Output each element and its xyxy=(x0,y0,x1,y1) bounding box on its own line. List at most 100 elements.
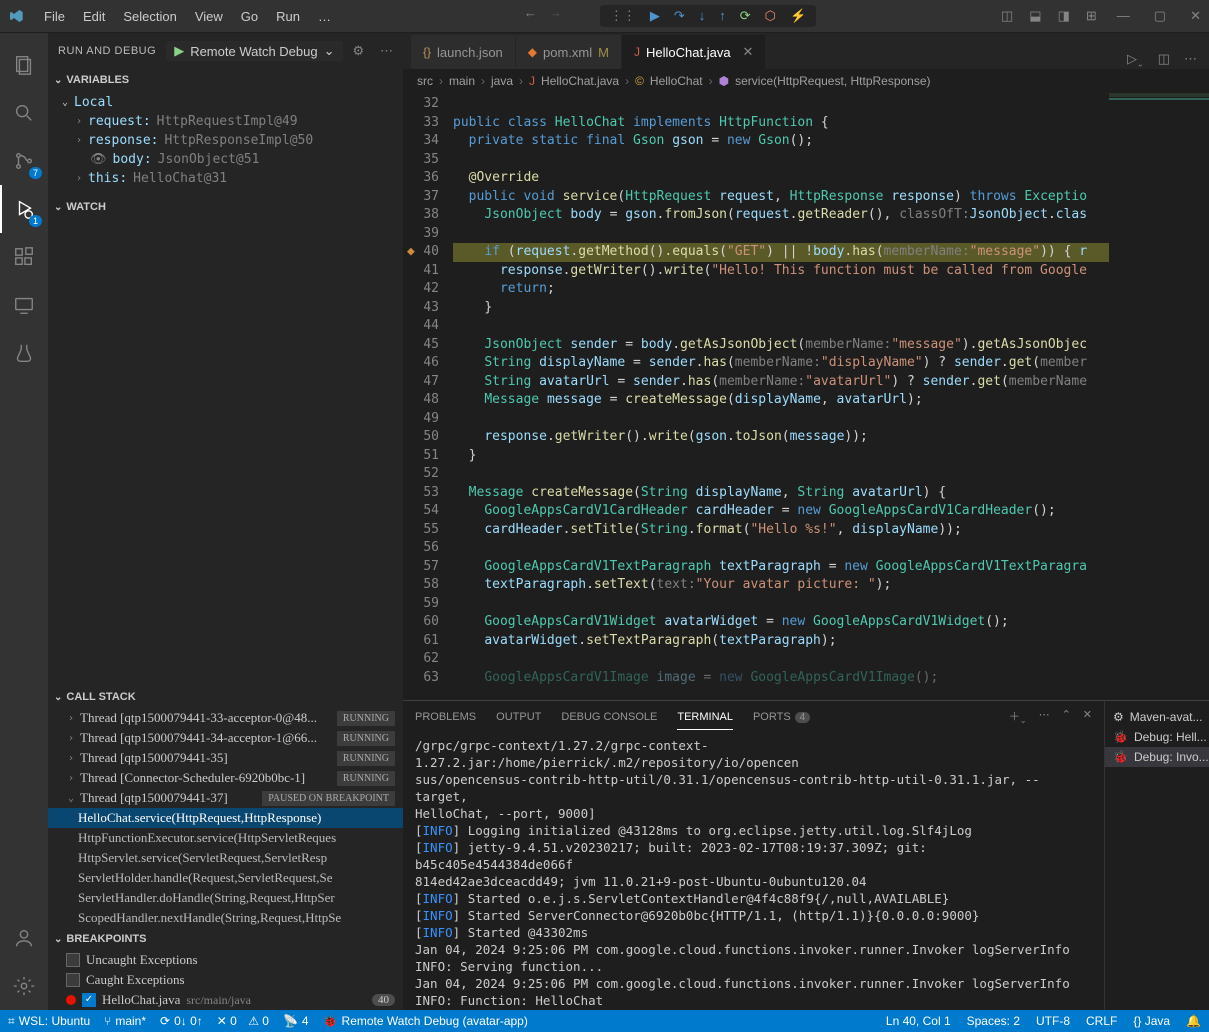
thread-row-paused[interactable]: ⌄Thread [qtp1500079441-37]PAUSED ON BREA… xyxy=(48,788,403,808)
breadcrumb-item[interactable]: service(HttpRequest, HttpResponse) xyxy=(735,74,930,88)
testing-icon[interactable] xyxy=(0,329,48,377)
minimize-icon[interactable]: — xyxy=(1117,8,1130,24)
gear-icon[interactable]: ⚙ xyxy=(353,43,365,59)
panel-tab-debug console[interactable]: DEBUG CONSOLE xyxy=(561,705,657,729)
nav-back-icon[interactable]: ← xyxy=(524,5,537,27)
run-debug-icon[interactable]: 1 xyxy=(0,185,48,233)
menu-run[interactable]: Run xyxy=(268,5,308,28)
drag-handle-icon[interactable]: ⋮⋮ xyxy=(610,8,636,24)
variable-row[interactable]: › this: HelloChat@31 xyxy=(48,169,403,188)
cursor-position[interactable]: Ln 40, Col 1 xyxy=(886,1014,951,1028)
extensions-icon[interactable] xyxy=(0,233,48,281)
panel-tab-problems[interactable]: PROBLEMS xyxy=(415,705,476,729)
source-control-icon[interactable]: 7 xyxy=(0,137,48,185)
stack-frame[interactable]: ServletHandler.doHandle(String,Request,H… xyxy=(48,888,403,908)
run-icon[interactable]: ▷⌄ xyxy=(1127,51,1144,69)
hot-reload-icon[interactable]: ⚡ xyxy=(790,8,806,24)
thread-row[interactable]: ›Thread [qtp1500079441-35]RUNNING xyxy=(48,748,403,768)
breadcrumb-item[interactable]: src xyxy=(417,74,433,88)
variable-row[interactable]: 👁 body: JsonObject@51 xyxy=(48,150,403,169)
thread-row[interactable]: ›Thread [qtp1500079441-33-acceptor-0@48.… xyxy=(48,708,403,728)
remote-indicator[interactable]: ⌗ WSL: Ubuntu xyxy=(8,1014,90,1029)
layout-primary-icon[interactable]: ◫ xyxy=(1001,8,1013,24)
continue-icon[interactable]: ▶ xyxy=(650,8,660,24)
layout-panel-icon[interactable]: ⬓ xyxy=(1029,8,1041,24)
notifications-icon[interactable]: 🔔 xyxy=(1186,1014,1201,1028)
chevron-up-icon[interactable]: ⌃ xyxy=(1062,708,1071,725)
remote-explorer-icon[interactable] xyxy=(0,281,48,329)
stack-frame[interactable]: ServletHolder.handle(Request,ServletRequ… xyxy=(48,868,403,888)
bp-file[interactable]: HelloChat.java src/main/java 40 xyxy=(48,990,403,1010)
menu-selection[interactable]: Selection xyxy=(115,5,184,28)
callstack-section-header[interactable]: ⌄CALL STACK xyxy=(48,686,403,708)
explorer-icon[interactable] xyxy=(0,41,48,89)
settings-icon[interactable] xyxy=(0,962,48,1010)
breadcrumb-item[interactable]: main xyxy=(449,74,475,88)
customize-layout-icon[interactable]: ⊞ xyxy=(1086,8,1097,24)
git-branch[interactable]: ⑂ main* xyxy=(104,1014,146,1028)
checkbox[interactable] xyxy=(66,973,80,987)
git-sync[interactable]: ⟳ 0↓ 0↑ xyxy=(160,1014,203,1028)
variable-row[interactable]: › request: HttpRequestImpl@49 xyxy=(48,112,403,131)
stack-frame[interactable]: HelloChat.service(HttpRequest,HttpRespon… xyxy=(48,808,403,828)
debug-status[interactable]: 🐞 Remote Watch Debug (avatar-app) xyxy=(323,1014,528,1028)
restart-icon[interactable]: ⟳ xyxy=(740,8,751,24)
editor-tab[interactable]: ◆pom.xmlM xyxy=(516,35,622,69)
variables-section-header[interactable]: ⌄VARIABLES xyxy=(48,69,403,91)
step-into-icon[interactable]: ↓ xyxy=(699,8,706,24)
more-icon[interactable]: ⋯ xyxy=(1039,708,1050,725)
thread-row[interactable]: ›Thread [Connector-Scheduler-6920b0bc-1]… xyxy=(48,768,403,788)
thread-row[interactable]: ›Thread [qtp1500079441-34-acceptor-1@66.… xyxy=(48,728,403,748)
nav-forward-icon[interactable]: → xyxy=(549,5,562,27)
terminal-task[interactable]: 🐞Debug: Invo... xyxy=(1105,747,1209,767)
breadcrumb-item[interactable]: HelloChat xyxy=(650,74,703,88)
launch-config-selector[interactable]: ▶ Remote Watch Debug ⌄ xyxy=(166,41,342,61)
terminal-output[interactable]: /grpc/grpc-context/1.27.2/grpc-context-1… xyxy=(403,733,1104,1010)
editor-tab[interactable]: {}launch.json xyxy=(411,35,516,69)
editor-tab[interactable]: JHelloChat.java✕ xyxy=(622,35,766,69)
variable-row[interactable]: › response: HttpResponseImpl@50 xyxy=(48,131,403,150)
accounts-icon[interactable] xyxy=(0,914,48,962)
step-out-icon[interactable]: ↑ xyxy=(719,8,726,24)
stack-frame[interactable]: ScopedHandler.nextHandle(String,Request,… xyxy=(48,908,403,928)
menu-view[interactable]: View xyxy=(187,5,231,28)
stack-frame[interactable]: HttpFunctionExecutor.service(HttpServlet… xyxy=(48,828,403,848)
eol[interactable]: CRLF xyxy=(1086,1014,1117,1028)
watch-section-header[interactable]: ⌄WATCH xyxy=(48,196,403,218)
new-terminal-icon[interactable]: ＋⌄ xyxy=(1009,708,1027,725)
breadcrumb[interactable]: src›main›java›J HelloChat.java›© HelloCh… xyxy=(403,69,1209,93)
encoding[interactable]: UTF-8 xyxy=(1036,1014,1070,1028)
panel-tab-output[interactable]: OUTPUT xyxy=(496,705,541,729)
errors-warnings[interactable]: ✕ 0 ⚠ 0 xyxy=(217,1014,269,1028)
minimap[interactable] xyxy=(1109,93,1209,700)
scope-local[interactable]: Local xyxy=(74,95,113,110)
stop-icon[interactable]: ⬡ xyxy=(765,8,776,24)
more-icon[interactable]: ⋯ xyxy=(1184,51,1197,69)
language-mode[interactable]: {} Java xyxy=(1133,1014,1170,1028)
search-icon[interactable] xyxy=(0,89,48,137)
menu-edit[interactable]: Edit xyxy=(75,5,113,28)
step-over-icon[interactable]: ↷ xyxy=(674,8,685,24)
close-tab-icon[interactable]: ✕ xyxy=(743,44,754,60)
code-editor[interactable]: public class HelloChat implements HttpFu… xyxy=(453,93,1109,700)
rss[interactable]: 📡 4 xyxy=(283,1014,309,1028)
maximize-icon[interactable]: ▢ xyxy=(1154,8,1166,24)
layout-secondary-icon[interactable]: ◨ xyxy=(1058,8,1070,24)
close-panel-icon[interactable]: ✕ xyxy=(1083,708,1092,725)
breadcrumb-item[interactable]: HelloChat.java xyxy=(541,74,619,88)
menu-go[interactable]: Go xyxy=(233,5,266,28)
nav-back-forward[interactable]: ← → xyxy=(524,5,562,27)
panel-tab-ports[interactable]: PORTS4 xyxy=(753,705,810,729)
menu-…[interactable]: … xyxy=(310,5,339,28)
bp-uncaught[interactable]: Uncaught Exceptions xyxy=(48,950,403,970)
menu-file[interactable]: File xyxy=(36,5,73,28)
checkbox[interactable] xyxy=(82,993,96,1007)
checkbox[interactable] xyxy=(66,953,80,967)
close-window-icon[interactable]: ✕ xyxy=(1190,8,1201,24)
panel-tab-terminal[interactable]: TERMINAL xyxy=(677,705,733,730)
more-icon[interactable]: ⋯ xyxy=(380,43,393,59)
indentation[interactable]: Spaces: 2 xyxy=(967,1014,1020,1028)
terminal-task[interactable]: 🐞Debug: Hell... xyxy=(1105,727,1209,747)
split-editor-icon[interactable]: ◫ xyxy=(1158,51,1170,69)
breadcrumb-item[interactable]: java xyxy=(491,74,513,88)
